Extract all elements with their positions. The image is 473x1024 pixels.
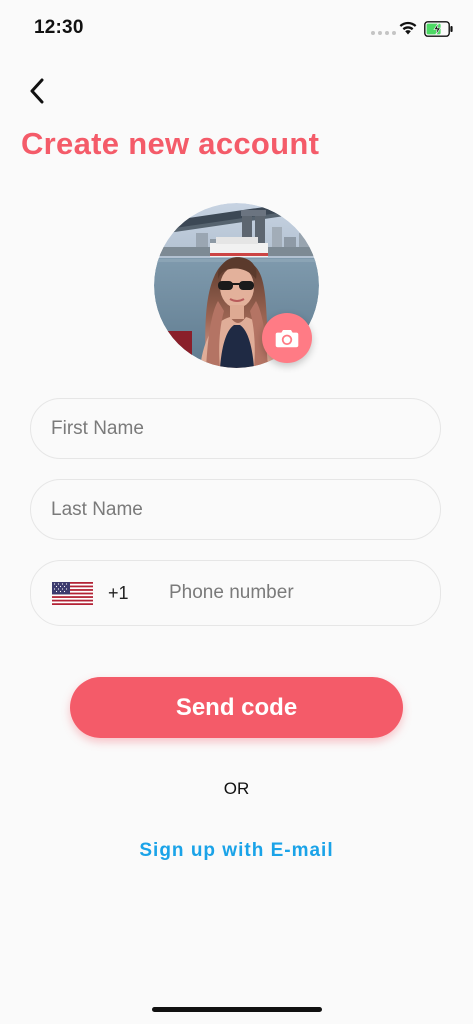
battery-charging-icon <box>424 21 453 37</box>
status-time: 12:30 <box>34 17 84 38</box>
camera-icon <box>275 330 299 348</box>
chevron-left-icon <box>30 78 44 104</box>
last-name-input[interactable] <box>31 480 440 539</box>
last-name-field <box>30 479 441 540</box>
home-indicator <box>152 1007 322 1012</box>
wifi-icon <box>399 21 417 35</box>
first-name-input[interactable] <box>31 399 440 458</box>
page-title: Create new account <box>21 126 320 161</box>
first-name-field <box>30 398 441 459</box>
back-button[interactable] <box>20 74 54 108</box>
status-bar: 12:30 <box>0 0 473 54</box>
change-photo-button[interactable] <box>262 313 312 363</box>
signal-dots-icon <box>371 31 396 35</box>
or-divider-text: OR <box>223 779 250 798</box>
send-code-button[interactable]: Send code <box>70 677 403 738</box>
us-flag-icon[interactable] <box>52 582 93 605</box>
phone-field: +1 <box>30 560 441 626</box>
sign-up-with-email-link[interactable]: Sign up with E-mail <box>0 840 473 862</box>
phone-number-input[interactable] <box>167 561 427 625</box>
country-code[interactable]: +1 <box>108 583 129 604</box>
profile-photo-container <box>154 203 319 368</box>
